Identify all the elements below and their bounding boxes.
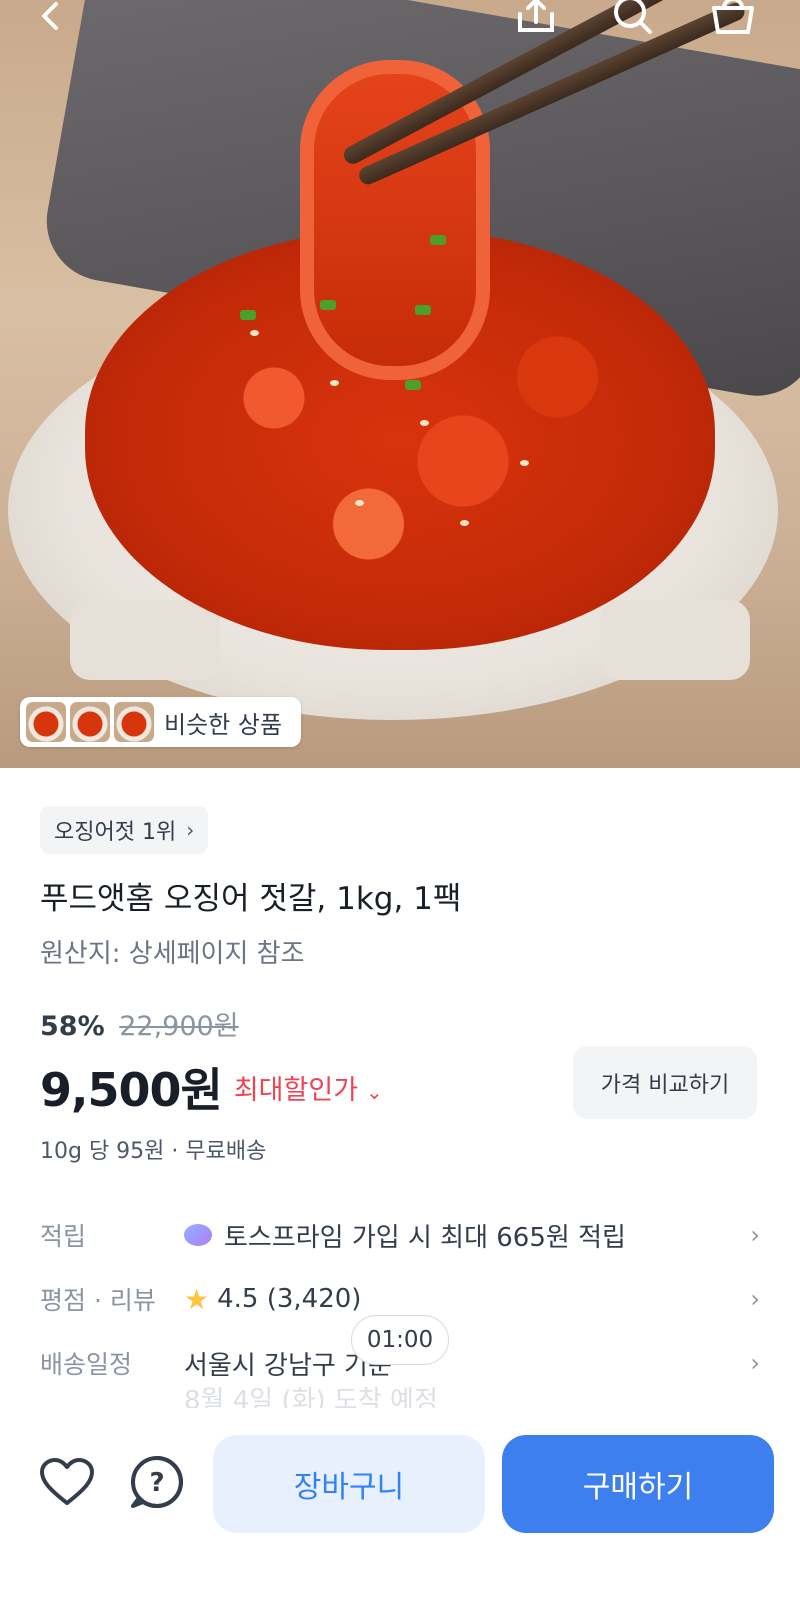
max-discount-label: 최대할인가 <box>233 1074 359 1106</box>
points-key: 적립 <box>40 1222 87 1251</box>
original-price: 22,900원 <box>119 1011 239 1042</box>
chevron-right-icon: › <box>750 1285 760 1313</box>
add-to-cart-button[interactable]: 장바구니 <box>213 1435 485 1533</box>
sesame-seed <box>355 500 364 506</box>
buy-now-button[interactable]: 구매하기 <box>502 1435 774 1533</box>
toss-prime-icon <box>184 1224 212 1246</box>
rank-badge-label: 오징어젓 1위 <box>54 820 177 845</box>
chevron-right-icon: › <box>750 1221 760 1249</box>
similar-thumbnail <box>26 702 66 742</box>
sesame-seed <box>520 460 529 466</box>
sesame-seed <box>420 420 429 426</box>
back-icon[interactable] <box>36 0 66 36</box>
scallion <box>240 310 256 320</box>
sale-price: 9,500원 <box>40 1063 223 1117</box>
basket-icon[interactable] <box>710 0 756 36</box>
similar-thumbnail <box>114 702 154 742</box>
timer-badge: 01:00 <box>351 1315 449 1365</box>
similar-products-button[interactable]: 비슷한 상품 <box>20 697 301 747</box>
share-icon[interactable] <box>514 0 558 36</box>
points-row[interactable]: 적립 토스프라임 가입 시 최대 665원 적립 › <box>40 1213 760 1257</box>
delivery-key: 배송일정 <box>40 1350 133 1379</box>
scallion <box>320 300 336 310</box>
search-icon[interactable] <box>612 0 656 36</box>
sesame-seed <box>250 330 259 336</box>
scallion <box>415 305 431 315</box>
max-discount-dropdown[interactable]: 최대할인가 ⌄ <box>234 1068 383 1107</box>
svg-text:?: ? <box>149 1468 164 1498</box>
plate-foot <box>600 600 750 680</box>
chevron-right-icon: › <box>750 1349 760 1377</box>
product-image[interactable] <box>0 0 800 768</box>
squid-strand <box>300 60 490 380</box>
sesame-seed <box>460 520 469 526</box>
question-icon[interactable]: ? <box>127 1452 187 1512</box>
price-row: 9,500원 최대할인가 ⌄ <box>40 1054 383 1120</box>
points-value: 토스프라임 가입 시 최대 665원 적립 <box>224 1222 626 1253</box>
star-icon: ★ <box>184 1282 210 1316</box>
plate-foot <box>70 600 220 680</box>
delivery-value: 서울시 강남구 기준 <box>184 1350 392 1381</box>
discount-row: 58% 22,900원 <box>40 1004 239 1043</box>
product-origin: 원산지: 상세페이지 참조 <box>40 939 305 969</box>
discount-rate: 58% <box>40 1011 105 1042</box>
similar-products-label: 비슷한 상품 <box>164 710 283 739</box>
rating-value: 4.5 (3,420) <box>217 1284 362 1314</box>
compare-price-button[interactable]: 가격 비교하기 <box>573 1046 757 1119</box>
rating-key: 평점 · 리뷰 <box>40 1286 156 1315</box>
heart-icon[interactable] <box>37 1452 97 1512</box>
rank-badge[interactable]: 오징어젓 1위 › <box>40 806 209 854</box>
chevron-right-icon: › <box>186 818 195 842</box>
scallion <box>430 235 446 245</box>
similar-thumbnail <box>70 702 110 742</box>
unit-price-shipping: 10g 당 95원 · 무료배송 <box>40 1139 267 1164</box>
chevron-down-icon: ⌄ <box>366 1079 383 1104</box>
scallion <box>405 380 421 390</box>
product-title: 푸드앳홈 오징어 젓갈, 1kg, 1팩 <box>40 881 462 917</box>
sesame-seed <box>330 380 339 386</box>
